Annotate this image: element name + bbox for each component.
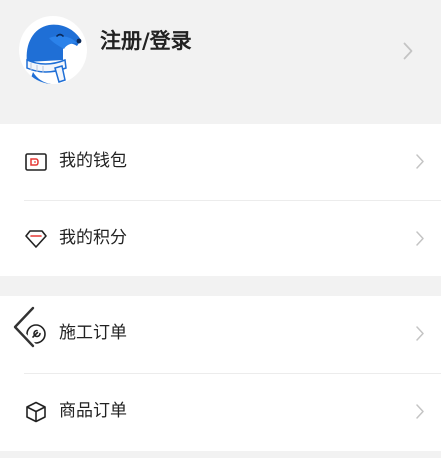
chevron-right-icon (416, 326, 424, 341)
menu-item-construction-orders[interactable]: 施工订单 (0, 296, 441, 372)
chevron-right-icon (416, 231, 424, 246)
wallet-icon (25, 153, 47, 171)
diamond-icon (25, 230, 47, 248)
chevron-right-icon (416, 154, 424, 169)
bottom-spacer (0, 451, 441, 458)
mascot-avatar-icon (26, 24, 82, 84)
menu-item-wallet[interactable]: 我的钱包 (0, 124, 441, 200)
login-register-label[interactable]: 注册/登录 (100, 27, 192, 55)
menu-item-points[interactable]: 我的积分 (0, 201, 441, 277)
menu-item-product-orders[interactable]: 商品订单 (0, 374, 441, 450)
menu-group-orders: 施工订单 商品订单 (0, 296, 441, 451)
menu-item-label: 我的积分 (59, 228, 127, 248)
menu-group-assets: 我的钱包 我的积分 (0, 124, 441, 276)
profile-header[interactable]: 注册/登录 (0, 0, 441, 110)
chevron-right-icon (416, 404, 424, 419)
chevron-right-icon[interactable] (403, 42, 413, 60)
menu-item-label: 施工订单 (59, 323, 127, 343)
menu-item-label: 我的钱包 (59, 151, 127, 171)
cube-icon (26, 401, 46, 423)
back-arrow-icon[interactable] (11, 305, 41, 349)
menu-item-label: 商品订单 (59, 401, 127, 421)
avatar[interactable] (19, 16, 87, 84)
